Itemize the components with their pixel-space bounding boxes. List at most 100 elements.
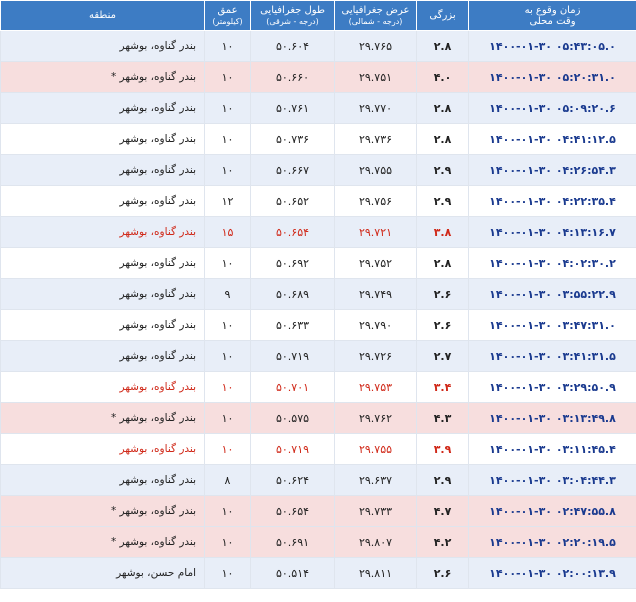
table-row[interactable]: ۱۴۰۰-۰۱-۳۰ ۰۳:۵۵:۲۲.۹ ۲.۶ ۲۹.۷۴۹ ۵۰.۶۸۹ ۹ بند…	[0, 278, 636, 310]
cell-longitude: ۵۰.۶۵۲	[250, 185, 335, 217]
cell-depth: ۸	[204, 464, 251, 496]
cell-latitude: ۲۹.۸۰۷	[334, 526, 417, 558]
cell-magnitude: ۳.۹	[416, 433, 469, 465]
cell-magnitude: ۲.۹	[416, 154, 469, 186]
header-longitude-sub: (درجه - شرقی)	[266, 16, 319, 26]
cell-longitude: ۵۰.۶۳۳	[250, 309, 335, 341]
cell-region: بندر گناوه، بوشهر	[0, 185, 205, 217]
cell-time: ۱۴۰۰-۰۱-۳۰ ۰۲:۰۰:۱۳.۹	[468, 557, 636, 589]
cell-longitude: ۵۰.۶۶۰	[250, 61, 335, 93]
table-row[interactable]: ۱۴۰۰-۰۱-۳۰ ۰۴:۴۱:۱۲.۵ ۲.۸ ۲۹.۷۳۶ ۵۰.۷۳۶ ۱۰ بن…	[0, 123, 636, 155]
header-depth-title: عمق	[217, 4, 238, 16]
cell-latitude: ۲۹.۷۲۶	[334, 340, 417, 372]
cell-magnitude: ۲.۸	[416, 30, 469, 62]
header-magnitude[interactable]: بزرگی	[416, 0, 469, 31]
cell-time: ۱۴۰۰-۰۱-۳۰ ۰۴:۲۲:۳۵.۴	[468, 185, 636, 217]
table-row[interactable]: ۱۴۰۰-۰۱-۳۰ ۰۴:۰۲:۳۰.۲ ۲.۸ ۲۹.۷۵۲ ۵۰.۶۹۲ ۱۰ بن…	[0, 247, 636, 279]
cell-magnitude: ۲.۸	[416, 123, 469, 155]
cell-latitude: ۲۹.۷۵۱	[334, 61, 417, 93]
cell-region: بندر گناوه، بوشهر	[0, 371, 205, 403]
cell-time: ۱۴۰۰-۰۱-۳۰ ۰۲:۴۷:۵۵.۸	[468, 495, 636, 527]
header-region[interactable]: منطقه	[0, 0, 205, 31]
cell-time: ۱۴۰۰-۰۱-۳۰ ۰۴:۴۱:۱۲.۵	[468, 123, 636, 155]
table-row[interactable]: ۱۴۰۰-۰۱-۳۰ ۰۳:۴۷:۳۱.۰ ۲.۶ ۲۹.۷۹۰ ۵۰.۶۳۳ ۱۰ بن…	[0, 309, 636, 341]
header-longitude-title: طول جغرافیایی	[260, 4, 325, 16]
cell-region: بندر گناوه، بوشهر	[0, 278, 205, 310]
cell-longitude: ۵۰.۵۱۴	[250, 557, 335, 589]
cell-region: بندر گناوه، بوشهر	[0, 309, 205, 341]
cell-depth: ۱۰	[204, 402, 251, 434]
cell-longitude: ۵۰.۶۵۴	[250, 495, 335, 527]
cell-time: ۱۴۰۰-۰۱-۳۰ ۰۴:۲۶:۵۴.۳	[468, 154, 636, 186]
cell-region: بندر گناوه، بوشهر	[0, 92, 205, 124]
cell-longitude: ۵۰.۷۰۱	[250, 371, 335, 403]
cell-magnitude: ۴.۲	[416, 526, 469, 558]
header-region-title: منطقه	[89, 10, 116, 21]
table-row[interactable]: ۱۴۰۰-۰۱-۳۰ ۰۲:۴۷:۵۵.۸ ۴.۷ ۲۹.۷۳۳ ۵۰.۶۵۴ ۱۰ بن…	[0, 495, 636, 527]
earthquake-table: زمان وقوع به وقت محلی بزرگی عرض جغرافیای…	[0, 0, 636, 589]
table-row[interactable]: ۱۴۰۰-۰۱-۳۰ ۰۴:۱۳:۱۶.۷ ۳.۸ ۲۹.۷۲۱ ۵۰.۶۵۴ ۱۵ بن…	[0, 216, 636, 248]
cell-depth: ۱۵	[204, 216, 251, 248]
cell-time: ۱۴۰۰-۰۱-۳۰ ۰۳:۱۱:۴۵.۴	[468, 433, 636, 465]
cell-time: ۱۴۰۰-۰۱-۳۰ ۰۳:۴۱:۳۱.۵	[468, 340, 636, 372]
cell-depth: ۱۰	[204, 557, 251, 589]
table-row[interactable]: ۱۴۰۰-۰۱-۳۰ ۰۵:۰۹:۲۰.۶ ۲.۸ ۲۹.۷۷۰ ۵۰.۷۶۱ ۱۰ بن…	[0, 92, 636, 124]
cell-magnitude: ۴.۰	[416, 61, 469, 93]
table-row[interactable]: ۱۴۰۰-۰۱-۳۰ ۰۳:۴۱:۳۱.۵ ۲.۷ ۲۹.۷۲۶ ۵۰.۷۱۹ ۱۰ بن…	[0, 340, 636, 372]
cell-depth: ۱۲	[204, 185, 251, 217]
header-time-sub: وقت محلی	[529, 15, 576, 27]
header-longitude[interactable]: طول جغرافیایی (درجه - شرقی)	[250, 0, 335, 31]
cell-latitude: ۲۹.۷۵۵	[334, 154, 417, 186]
cell-magnitude: ۲.۹	[416, 185, 469, 217]
cell-depth: ۱۰	[204, 495, 251, 527]
cell-region: بندر گناوه، بوشهر *	[0, 402, 205, 434]
cell-latitude: ۲۹.۷۵۳	[334, 371, 417, 403]
cell-region: امام حسن، بوشهر	[0, 557, 205, 589]
header-magnitude-title: بزرگی	[429, 10, 456, 21]
cell-latitude: ۲۹.۷۷۰	[334, 92, 417, 124]
cell-magnitude: ۲.۶	[416, 278, 469, 310]
cell-magnitude: ۴.۷	[416, 495, 469, 527]
table-row[interactable]: ۱۴۰۰-۰۱-۳۰ ۰۵:۲۰:۳۱.۰ ۴.۰ ۲۹.۷۵۱ ۵۰.۶۶۰ ۱۰ بن…	[0, 61, 636, 93]
table-row[interactable]: ۱۴۰۰-۰۱-۳۰ ۰۳:۱۳:۴۹.۸ ۴.۳ ۲۹.۷۶۲ ۵۰.۵۷۵ ۱۰ بن…	[0, 402, 636, 434]
cell-magnitude: ۳.۴	[416, 371, 469, 403]
cell-latitude: ۲۹.۷۵۵	[334, 433, 417, 465]
header-depth[interactable]: عمق (کیلومتر)	[204, 0, 251, 31]
cell-depth: ۱۰	[204, 433, 251, 465]
cell-magnitude: ۳.۸	[416, 216, 469, 248]
cell-latitude: ۲۹.۷۹۰	[334, 309, 417, 341]
header-latitude[interactable]: عرض جغرافیایی (درجه - شمالی)	[334, 0, 417, 31]
table-row[interactable]: ۱۴۰۰-۰۱-۳۰ ۰۴:۲۶:۵۴.۳ ۲.۹ ۲۹.۷۵۵ ۵۰.۶۶۷ ۱۰ بن…	[0, 154, 636, 186]
cell-time: ۱۴۰۰-۰۱-۳۰ ۰۵:۲۰:۳۱.۰	[468, 61, 636, 93]
header-time[interactable]: زمان وقوع به وقت محلی	[468, 0, 636, 31]
cell-region: بندر گناوه، بوشهر	[0, 340, 205, 372]
cell-depth: ۱۰	[204, 526, 251, 558]
table-row[interactable]: ۱۴۰۰-۰۱-۳۰ ۰۳:۱۱:۴۵.۴ ۳.۹ ۲۹.۷۵۵ ۵۰.۷۱۹ ۱۰ بن…	[0, 433, 636, 465]
cell-depth: ۱۰	[204, 61, 251, 93]
table-row[interactable]: ۱۴۰۰-۰۱-۳۰ ۰۳:۲۹:۵۰.۹ ۳.۴ ۲۹.۷۵۳ ۵۰.۷۰۱ ۱۰ بن…	[0, 371, 636, 403]
header-latitude-title: عرض جغرافیایی	[341, 4, 410, 16]
cell-longitude: ۵۰.۶۸۹	[250, 278, 335, 310]
table-row[interactable]: ۱۴۰۰-۰۱-۳۰ ۰۵:۴۳:۰۵.۰ ۲.۸ ۲۹.۷۶۵ ۵۰.۶۰۴ ۱۰ بن…	[0, 30, 636, 62]
table-row[interactable]: ۱۴۰۰-۰۱-۳۰ ۰۲:۲۰:۱۹.۵ ۴.۲ ۲۹.۸۰۷ ۵۰.۶۹۱ ۱۰ بن…	[0, 526, 636, 558]
cell-depth: ۹	[204, 278, 251, 310]
cell-latitude: ۲۹.۷۶۵	[334, 30, 417, 62]
cell-longitude: ۵۰.۵۷۵	[250, 402, 335, 434]
table-row[interactable]: ۱۴۰۰-۰۱-۳۰ ۰۳:۰۴:۴۴.۳ ۲.۹ ۲۹.۶۳۷ ۵۰.۶۲۴ ۸ بند…	[0, 464, 636, 496]
cell-depth: ۱۰	[204, 340, 251, 372]
cell-time: ۱۴۰۰-۰۱-۳۰ ۰۳:۱۳:۴۹.۸	[468, 402, 636, 434]
table-header: زمان وقوع به وقت محلی بزرگی عرض جغرافیای…	[0, 0, 636, 31]
cell-latitude: ۲۹.۷۵۶	[334, 185, 417, 217]
cell-region: بندر گناوه، بوشهر *	[0, 495, 205, 527]
cell-time: ۱۴۰۰-۰۱-۳۰ ۰۴:۰۲:۳۰.۲	[468, 247, 636, 279]
cell-region: بندر گناوه، بوشهر	[0, 216, 205, 248]
cell-depth: ۱۰	[204, 92, 251, 124]
cell-longitude: ۵۰.۶۶۷	[250, 154, 335, 186]
table-row[interactable]: ۱۴۰۰-۰۱-۳۰ ۰۴:۲۲:۳۵.۴ ۲.۹ ۲۹.۷۵۶ ۵۰.۶۵۲ ۱۲ بن…	[0, 185, 636, 217]
table-row[interactable]: ۱۴۰۰-۰۱-۳۰ ۰۲:۰۰:۱۳.۹ ۲.۶ ۲۹.۸۱۱ ۵۰.۵۱۴ ۱۰ ام…	[0, 557, 636, 589]
cell-region: بندر گناوه، بوشهر	[0, 123, 205, 155]
cell-latitude: ۲۹.۷۶۲	[334, 402, 417, 434]
cell-longitude: ۵۰.۶۰۴	[250, 30, 335, 62]
cell-latitude: ۲۹.۷۳۶	[334, 123, 417, 155]
cell-time: ۱۴۰۰-۰۱-۳۰ ۰۴:۱۳:۱۶.۷	[468, 216, 636, 248]
